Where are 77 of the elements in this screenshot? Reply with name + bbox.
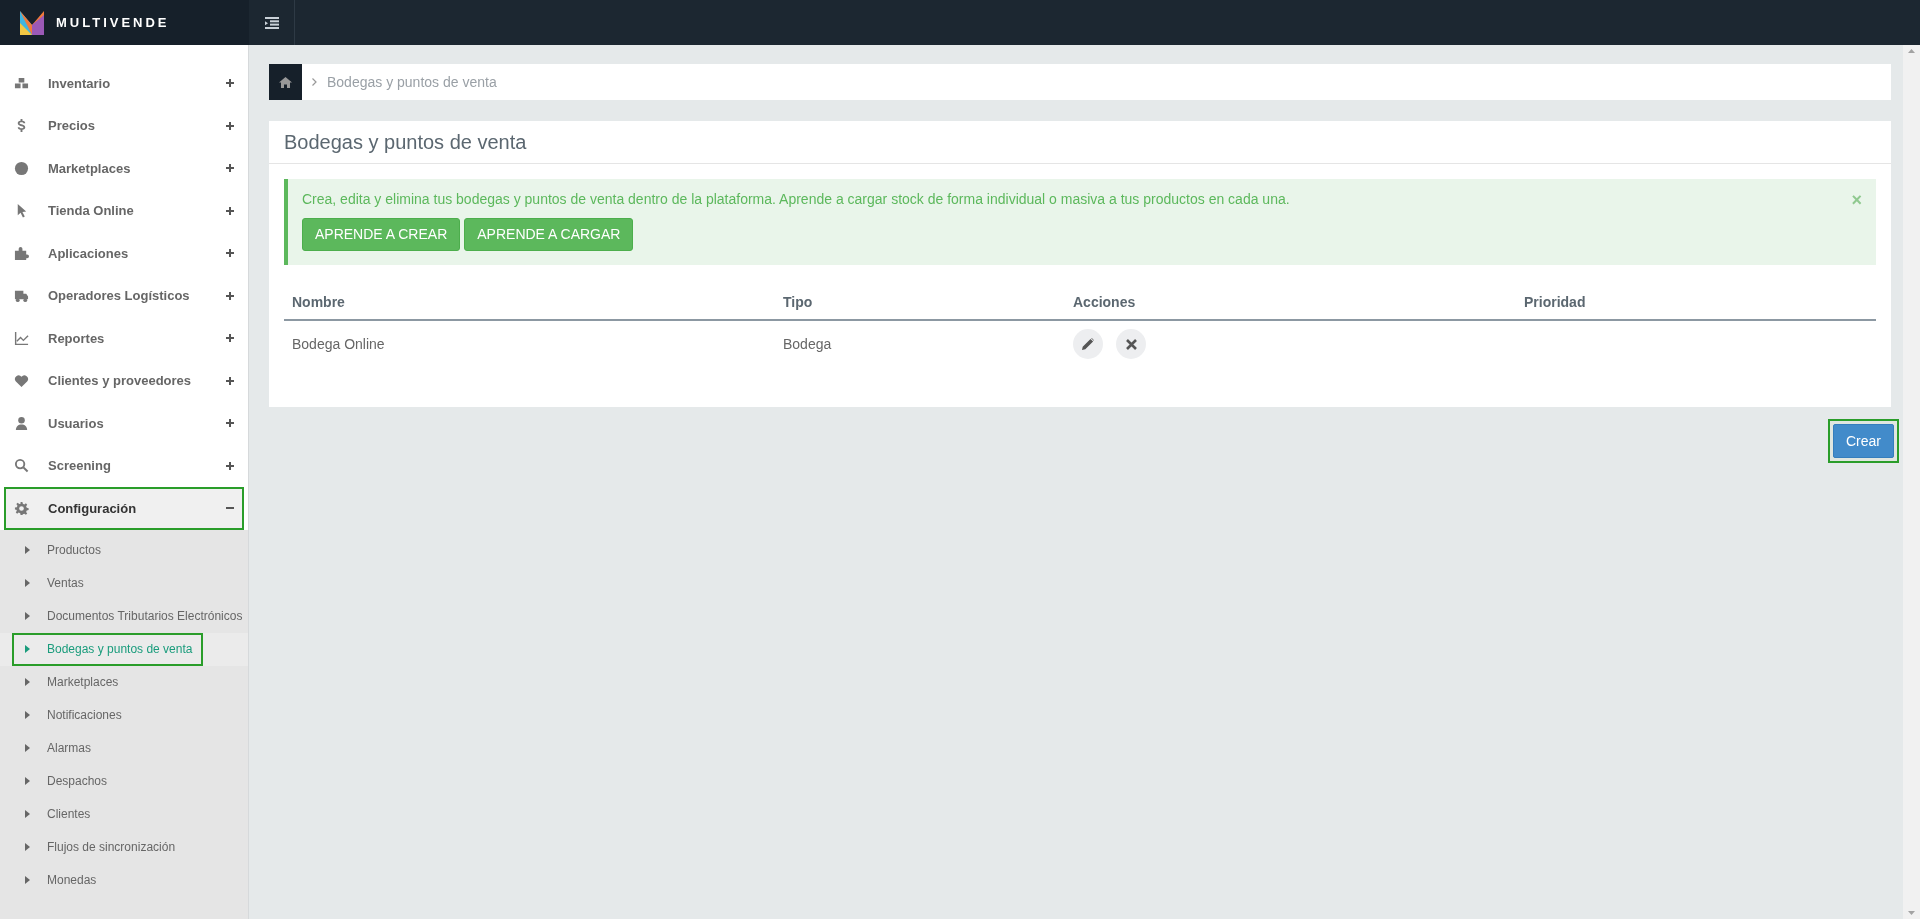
plus-icon (226, 206, 234, 215)
caret-icon (25, 744, 30, 752)
minus-icon (226, 507, 234, 510)
plus-icon (226, 249, 234, 258)
plus-icon (226, 291, 234, 300)
plus-icon (226, 334, 234, 343)
submenu-item[interactable]: Clientes (0, 797, 248, 831)
sidebar-item[interactable]: Clientes y proveedores (4, 359, 244, 402)
menu-icon (264, 16, 279, 29)
caret-icon (25, 777, 30, 785)
breadcrumb-item: Bodegas y puntos de venta (327, 72, 497, 92)
chevron-icon (312, 78, 317, 86)
create-button[interactable]: Crear (1833, 424, 1894, 458)
plus-icon (226, 419, 234, 428)
caret-icon (25, 678, 30, 686)
submenu-item[interactable]: Despachos (0, 764, 248, 798)
submenu-item[interactable]: Productos (0, 533, 248, 567)
caret-icon (25, 810, 30, 818)
delete-button[interactable] (1116, 329, 1146, 359)
scroll-down-icon (1908, 911, 1915, 915)
plus-icon (226, 376, 234, 385)
submenu-item[interactable]: Flujos de sincronización (0, 830, 248, 864)
submenu-item[interactable]: Marketplaces (0, 665, 248, 699)
heart-icon (14, 373, 29, 389)
sidebar-item[interactable]: Usuarios (4, 402, 244, 445)
table-cell: Bodega (783, 335, 832, 352)
sidebar-item[interactable]: Tienda Online (4, 189, 244, 232)
submenu-item[interactable]: Alarmas (0, 731, 248, 765)
sidebar-item[interactable]: Precios (4, 104, 244, 147)
caret-icon (25, 711, 30, 719)
learn-button[interactable]: APRENDE A CREAR (302, 218, 461, 251)
boxes-icon (14, 75, 29, 91)
caret-icon (25, 843, 30, 851)
pencil-icon (1082, 338, 1094, 350)
caret-icon (25, 645, 30, 653)
caret-icon (25, 612, 30, 620)
sidebar-item[interactable]: Operadores Logísticos (4, 274, 244, 317)
alert-message: Crea, edita y elimina tus bodegas y puntos de venta dentro de la plataforma. Aprende a cargar stock de forma individual o masiva a tus productos en cada una. (302, 190, 1291, 209)
chart-icon (14, 330, 29, 346)
caret-icon (25, 579, 30, 587)
sidebar-item[interactable]: Screening (4, 444, 244, 487)
column-header: Prioridad (1524, 293, 1586, 310)
submenu-item[interactable]: Ventas (0, 566, 248, 600)
sidebar-item[interactable]: Reportes (4, 317, 244, 360)
home-icon (279, 76, 292, 88)
caret-icon (25, 876, 30, 884)
caret-icon (25, 546, 30, 554)
sidebar-item[interactable]: Aplicaciones (4, 232, 244, 275)
home-button[interactable] (269, 64, 302, 100)
plus-icon (226, 461, 234, 470)
plus-icon (226, 164, 234, 173)
table-cell: Bodega Online (292, 335, 385, 352)
plus-icon (226, 121, 234, 130)
user-icon (14, 415, 29, 431)
close-icon (1125, 338, 1137, 350)
sidebar-item[interactable]: Marketplaces (4, 147, 244, 190)
puzzle-icon (14, 245, 29, 261)
submenu-item[interactable]: Monedas (0, 863, 248, 897)
card-title: Bodegas y puntos de venta (284, 130, 527, 155)
scroll-up-icon (1908, 49, 1915, 53)
column-header: Nombre (292, 293, 345, 310)
truck-icon (14, 288, 29, 304)
brand-name: MULTIVENDE (56, 13, 170, 32)
sidebar-item[interactable]: Inventario (4, 62, 244, 105)
plus-icon (226, 79, 234, 88)
column-header: Acciones (1073, 293, 1136, 310)
column-header: Tipo (783, 293, 813, 310)
search-icon (14, 458, 29, 474)
settings-icon (14, 500, 29, 516)
submenu-item[interactable]: Bodegas y puntos de venta (0, 632, 248, 666)
logo-icon (20, 10, 44, 35)
submenu-item[interactable]: Documentos Tributarios Electrónicos (0, 599, 248, 633)
submenu-item[interactable]: Notificaciones (0, 698, 248, 732)
edit-button[interactable] (1073, 329, 1103, 359)
sidebar-item[interactable]: Configuración (4, 487, 244, 530)
learn-button[interactable]: APRENDE A CARGAR (464, 218, 634, 251)
vertical-scrollbar[interactable] (1903, 45, 1920, 919)
